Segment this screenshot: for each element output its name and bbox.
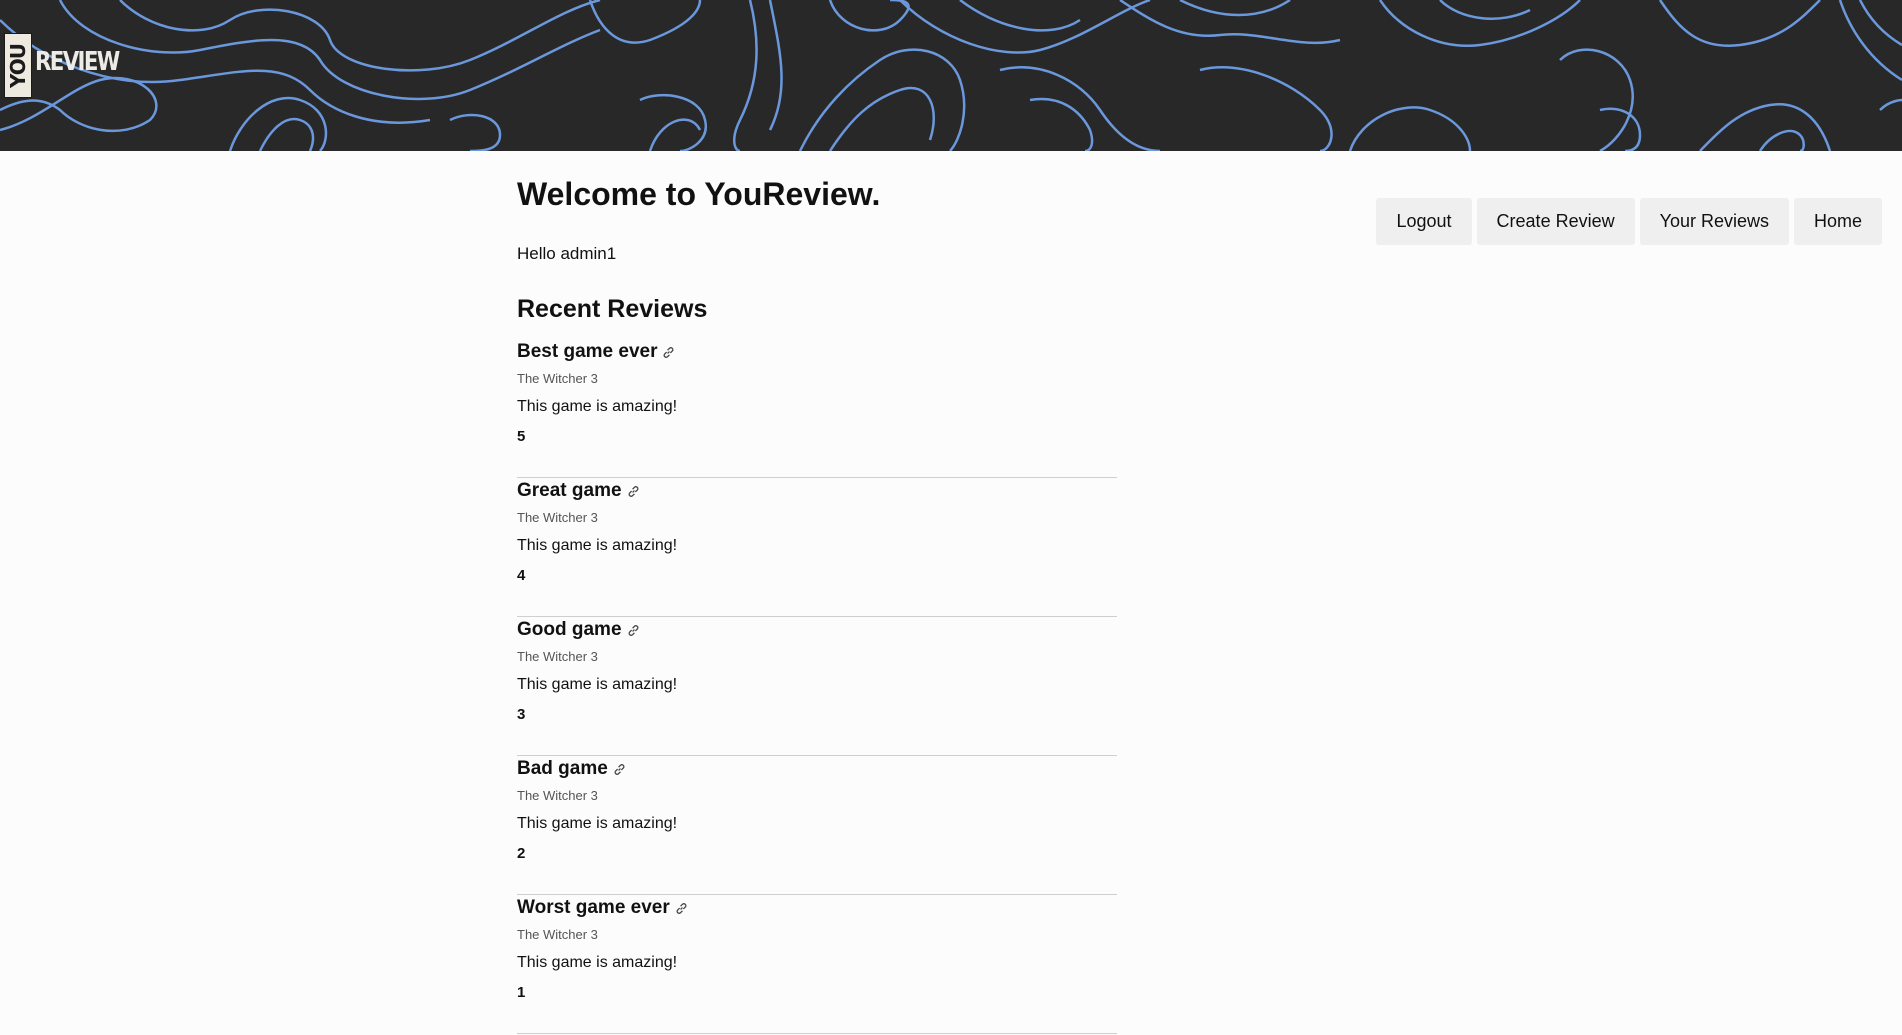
review-text: This game is amazing! (517, 815, 678, 832)
top-nav: Logout Create Review Your Reviews Home (1376, 198, 1882, 245)
review-item: Bad game The Witcher 3 This game is amaz… (517, 757, 1117, 895)
review-item: Great game The Witcher 3 This game is am… (517, 479, 1117, 617)
logo-you-text: YOU (6, 43, 31, 88)
youreview-logo[interactable]: YOU REVIEW (4, 33, 137, 98)
greeting-text: Hello admin1 (517, 244, 617, 263)
review-game: The Witcher 3 (517, 649, 598, 664)
logout-button[interactable]: Logout (1376, 198, 1472, 245)
topographic-pattern (0, 0, 1902, 151)
logo-review-text: REVIEW (35, 47, 120, 77)
review-score: 5 (517, 428, 526, 445)
review-title: Best game ever (517, 341, 658, 362)
review-text: This game is amazing! (517, 537, 678, 554)
home-button[interactable]: Home (1793, 198, 1882, 245)
review-item: Good game The Witcher 3 This game is ama… (517, 618, 1117, 756)
link-icon[interactable] (626, 484, 641, 499)
review-score: 4 (517, 567, 526, 584)
review-game: The Witcher 3 (517, 927, 598, 942)
review-item: Best game ever The Witcher 3 This game i… (517, 340, 1117, 478)
review-game: The Witcher 3 (517, 788, 598, 803)
create-review-button[interactable]: Create Review (1476, 198, 1635, 245)
page-title: Welcome to YouReview. (517, 176, 881, 212)
review-text: This game is amazing! (517, 398, 678, 415)
review-title: Worst game ever (517, 897, 670, 918)
review-text: This game is amazing! (517, 676, 678, 693)
your-reviews-button[interactable]: Your Reviews (1639, 198, 1789, 245)
logo-you-badge: YOU (4, 33, 32, 98)
review-game: The Witcher 3 (517, 371, 598, 386)
review-title: Good game (517, 619, 622, 640)
review-title: Great game (517, 480, 622, 501)
review-list: Best game ever The Witcher 3 This game i… (517, 340, 1117, 1035)
link-icon[interactable] (661, 345, 676, 360)
review-score: 1 (517, 984, 526, 1001)
review-score: 3 (517, 706, 526, 723)
review-item: Worst game ever The Witcher 3 This game … (517, 896, 1117, 1034)
link-icon[interactable] (626, 623, 641, 638)
review-score: 2 (517, 845, 526, 862)
main-content: Welcome to YouReview. Hello admin1 Recen… (517, 172, 1117, 1034)
recent-reviews-heading: Recent Reviews (517, 295, 708, 323)
header-banner: YOU REVIEW (0, 0, 1902, 151)
review-text: This game is amazing! (517, 954, 678, 971)
review-game: The Witcher 3 (517, 510, 598, 525)
link-icon[interactable] (612, 762, 627, 777)
link-icon[interactable] (674, 901, 689, 916)
review-title: Bad game (517, 758, 608, 779)
